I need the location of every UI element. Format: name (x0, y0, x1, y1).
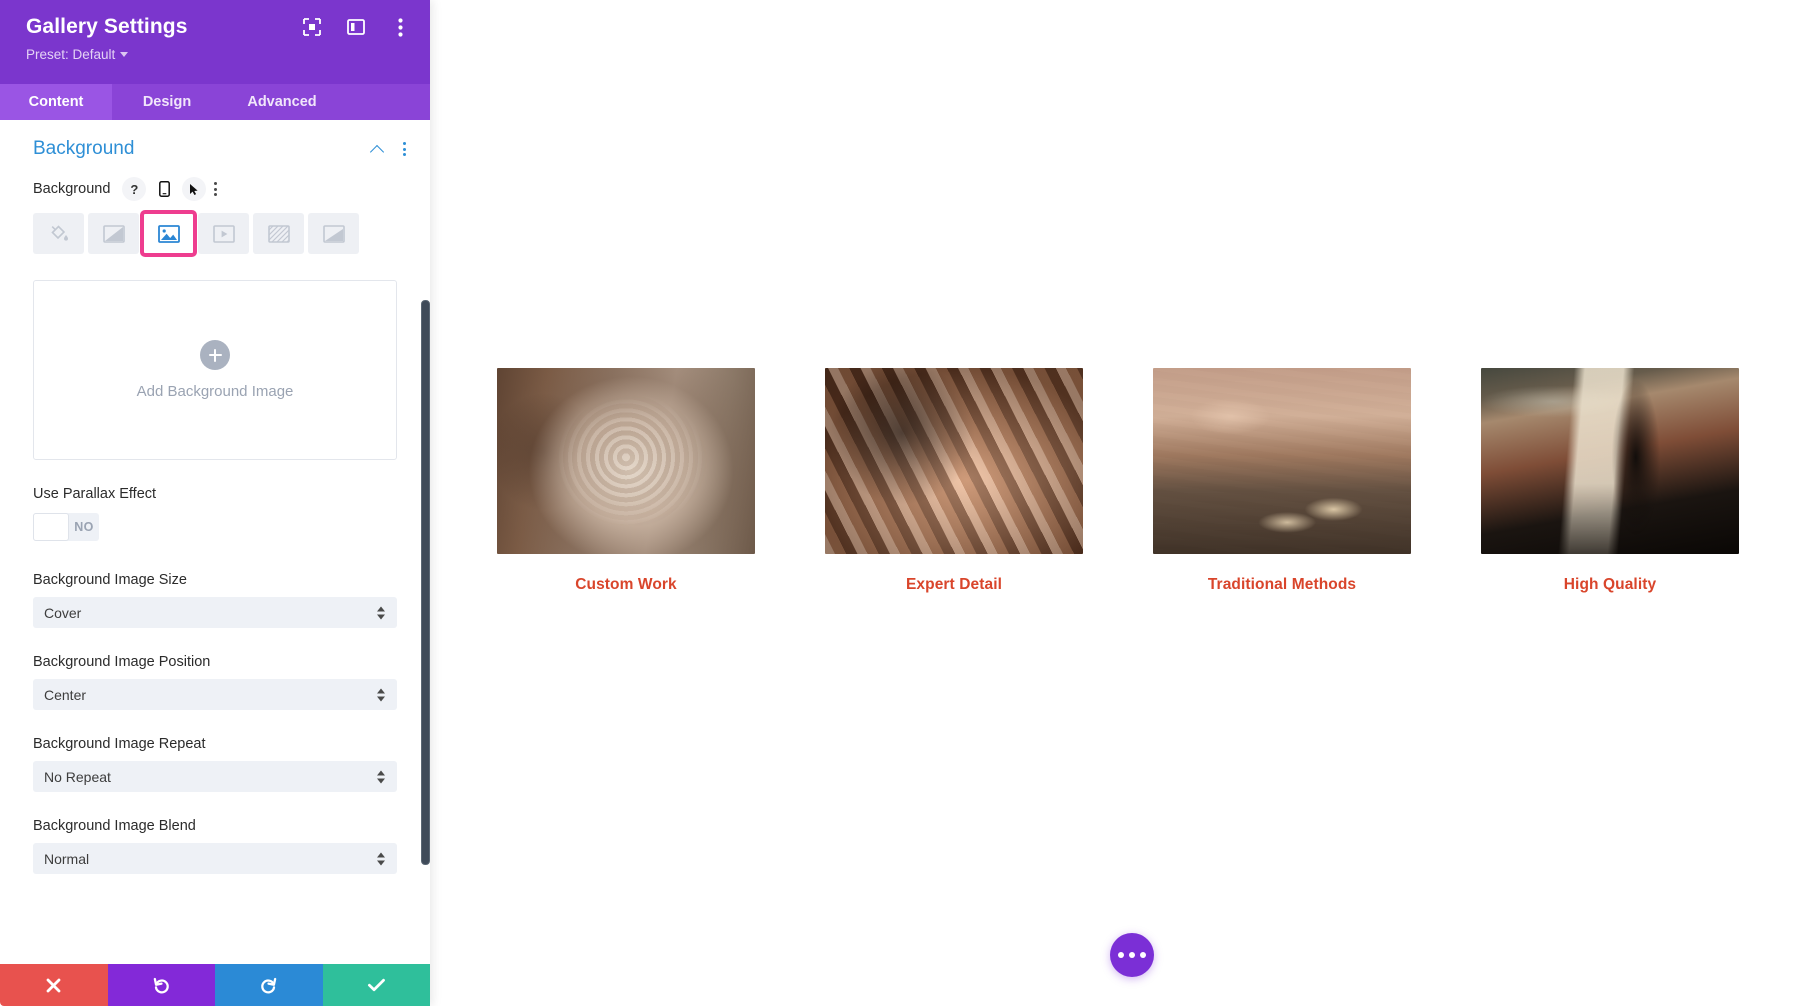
background-type-video[interactable] (198, 213, 249, 254)
background-field-row: Background ? (0, 174, 430, 204)
field-use-parallax-effect: Use Parallax Effect NO (0, 486, 430, 546)
section-actions (371, 140, 408, 158)
more-vertical-icon[interactable] (212, 180, 219, 198)
background-type-color[interactable] (33, 213, 84, 254)
background-section-header: Background (0, 120, 430, 170)
field-background-image-size: Background Image Size Cover (0, 572, 430, 628)
gallery-item[interactable]: Custom Work (497, 368, 755, 594)
field-background-image-repeat: Background Image Repeat No Repeat (0, 736, 430, 792)
more-vertical-icon[interactable] (390, 17, 410, 37)
layout-panel-icon[interactable] (346, 17, 366, 37)
add-background-image-dropzone[interactable]: Add Background Image (33, 280, 397, 460)
save-button[interactable] (322, 964, 430, 1006)
phone-icon[interactable] (152, 177, 176, 201)
gallery-caption: Traditional Methods (1207, 576, 1357, 593)
field-label: Use Parallax Effect (33, 486, 157, 502)
background-image-size-select[interactable]: Cover (33, 597, 397, 628)
more-horizontal-icon-dot (1129, 952, 1135, 958)
stepper-icon (377, 605, 386, 620)
gallery-caption: High Quality (1563, 576, 1657, 593)
panel-scroll-body: Background Background ? Add Background I… (0, 120, 430, 965)
field-label: Background Image Size (33, 572, 187, 588)
panel-scrollbar[interactable] (421, 300, 430, 865)
parallax-toggle[interactable]: NO (33, 513, 99, 541)
preset-label: Preset: Default (26, 47, 116, 62)
section-title: Background (33, 138, 135, 159)
panel-action-bar (0, 964, 430, 1006)
select-value: No Repeat (44, 768, 111, 785)
gallery-module: Custom Work Expert Detail Traditional Me… (430, 368, 1800, 594)
background-type-mask[interactable] (308, 213, 359, 254)
field-background-image-blend: Background Image Blend Normal (0, 818, 430, 874)
more-horizontal-icon-dot (1140, 952, 1146, 958)
cancel-button[interactable] (0, 964, 108, 1006)
chevron-up-icon[interactable] (371, 145, 385, 154)
tab-content[interactable]: Content (0, 84, 112, 120)
background-image-blend-select[interactable]: Normal (33, 843, 397, 874)
select-value: Center (44, 686, 87, 703)
page-settings-fab-button[interactable] (1110, 933, 1154, 977)
panel-header: Gallery Settings Preset: Default (0, 0, 430, 84)
gallery-caption: Custom Work (575, 576, 677, 593)
undo-button[interactable] (107, 964, 215, 1006)
tab-advanced[interactable]: Advanced (222, 84, 342, 120)
redo-button[interactable] (215, 964, 323, 1006)
settings-panel: Gallery Settings Preset: Default Content… (0, 0, 430, 1006)
background-type-pattern[interactable] (253, 213, 304, 254)
gallery-image-high-quality[interactable] (1481, 368, 1739, 554)
help-icon[interactable]: ? (122, 177, 147, 201)
more-vertical-icon[interactable] (401, 140, 408, 158)
field-label: Background Image Blend (33, 818, 196, 834)
stepper-icon (377, 769, 386, 784)
chevron-down-icon (120, 52, 129, 57)
preset-selector[interactable]: Preset: Default (26, 46, 408, 63)
select-value: Cover (44, 604, 82, 621)
field-label: Background Image Repeat (33, 736, 206, 752)
panel-header-actions (302, 17, 410, 37)
panel-tabs: Content Design Advanced (0, 84, 430, 120)
cursor-icon[interactable] (182, 177, 207, 201)
gallery-item[interactable]: High Quality (1481, 368, 1739, 594)
field-background-image-position: Background Image Position Center (0, 654, 430, 710)
more-horizontal-icon-dot (1118, 952, 1124, 958)
background-type-selector (0, 204, 430, 257)
stepper-icon (377, 687, 386, 702)
toggle-value: NO (74, 520, 94, 534)
gallery-image-expert-detail[interactable] (825, 368, 1083, 554)
page-preview-canvas: Custom Work Expert Detail Traditional Me… (430, 0, 1800, 1006)
background-type-gradient[interactable] (88, 213, 139, 254)
background-type-image[interactable] (140, 210, 197, 257)
add-background-image-label: Add Background Image (136, 383, 294, 400)
gallery-image-custom-work[interactable] (497, 368, 755, 554)
screen: Custom Work Expert Detail Traditional Me… (0, 0, 1800, 1006)
tab-design[interactable]: Design (112, 84, 222, 120)
gallery-caption: Expert Detail (905, 576, 1003, 593)
toggle-knob (33, 513, 69, 541)
background-field-label: Background (33, 181, 111, 197)
gallery-image-traditional-methods[interactable] (1153, 368, 1411, 554)
field-label: Background Image Position (33, 654, 211, 670)
gallery-item[interactable]: Traditional Methods (1153, 368, 1411, 594)
plus-icon (200, 340, 230, 370)
gallery-item[interactable]: Expert Detail (825, 368, 1083, 594)
fullscreen-icon[interactable] (302, 17, 322, 37)
background-image-position-select[interactable]: Center (33, 679, 397, 710)
background-image-repeat-select[interactable]: No Repeat (33, 761, 397, 792)
select-value: Normal (44, 850, 90, 867)
stepper-icon (377, 851, 386, 866)
